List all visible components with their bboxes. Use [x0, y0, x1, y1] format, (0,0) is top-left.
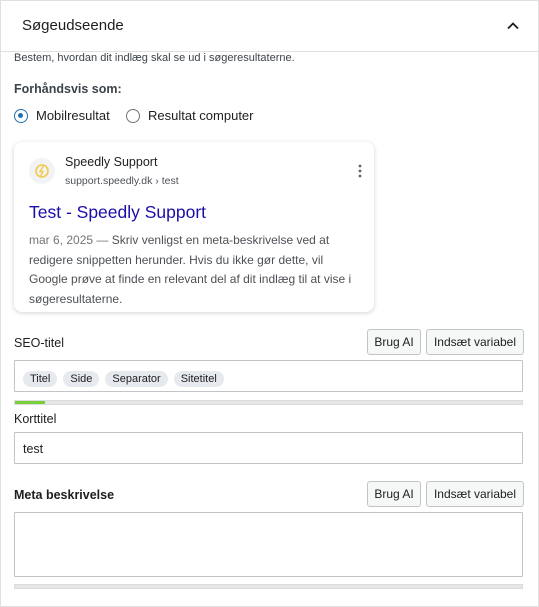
- meta-description-label: Meta beskrivelse: [14, 488, 115, 502]
- speedly-logo-icon: [35, 164, 49, 178]
- panel-title: Søgeudseende: [22, 17, 124, 34]
- more-options-icon[interactable]: [358, 164, 362, 178]
- radio-desktop-label: Resultat computer: [148, 108, 254, 123]
- preview-label: Forhåndsvis som:: [14, 82, 122, 96]
- variable-tag[interactable]: Titel: [23, 371, 58, 387]
- snippet-title[interactable]: Test - Speedly Support: [29, 202, 206, 223]
- snippet-site-name: Speedly Support: [65, 155, 158, 169]
- snippet-date: mar 6, 2025: [29, 233, 94, 247]
- snippet-separator: —: [96, 233, 109, 247]
- seo-title-length-progress: [14, 400, 523, 405]
- radio-mobile-label: Mobilresultat: [36, 108, 110, 123]
- meta-use-ai-button[interactable]: Brug AI: [367, 481, 421, 507]
- seo-title-use-ai-button[interactable]: Brug AI: [367, 329, 421, 355]
- snippet-url: support.speedly.dk › test: [65, 175, 179, 187]
- slug-value: test: [23, 442, 44, 456]
- slug-input[interactable]: test: [14, 432, 523, 464]
- snippet-preview-card: Speedly Support support.speedly.dk › tes…: [14, 142, 374, 312]
- seo-title-progress-fill: [15, 401, 46, 404]
- seo-title-insert-variable-button[interactable]: Indsæt variabel: [426, 329, 524, 355]
- slug-label: Korttitel: [14, 412, 57, 426]
- snippet-description-block: mar 6, 2025 — Skriv venligst en meta-bes…: [29, 231, 354, 309]
- meta-description-textarea[interactable]: [14, 512, 523, 577]
- panel-header[interactable]: Søgeudseende: [1, 1, 538, 52]
- variable-tag[interactable]: Side: [63, 371, 100, 387]
- meta-description-length-progress: [14, 584, 523, 589]
- seo-title-label: SEO-titel: [14, 336, 65, 350]
- seo-title-input[interactable]: Titel Side Separator Sitetitel: [14, 360, 523, 392]
- intro-text: Bestem, hvordan dit indlæg skal se ud i …: [14, 52, 295, 64]
- radio-mobile[interactable]: Mobilresultat: [14, 108, 110, 123]
- meta-insert-variable-button[interactable]: Indsæt variabel: [426, 481, 524, 507]
- radio-mobile-control[interactable]: [14, 108, 28, 123]
- variable-tag[interactable]: Separator: [105, 371, 168, 387]
- seo-title-tags: Titel Side Separator Sitetitel: [23, 369, 230, 387]
- chevron-up-icon[interactable]: [506, 19, 520, 33]
- radio-desktop[interactable]: Resultat computer: [126, 108, 254, 123]
- site-favicon: [29, 158, 55, 184]
- radio-desktop-control[interactable]: [126, 108, 140, 123]
- variable-tag[interactable]: Sitetitel: [173, 371, 224, 387]
